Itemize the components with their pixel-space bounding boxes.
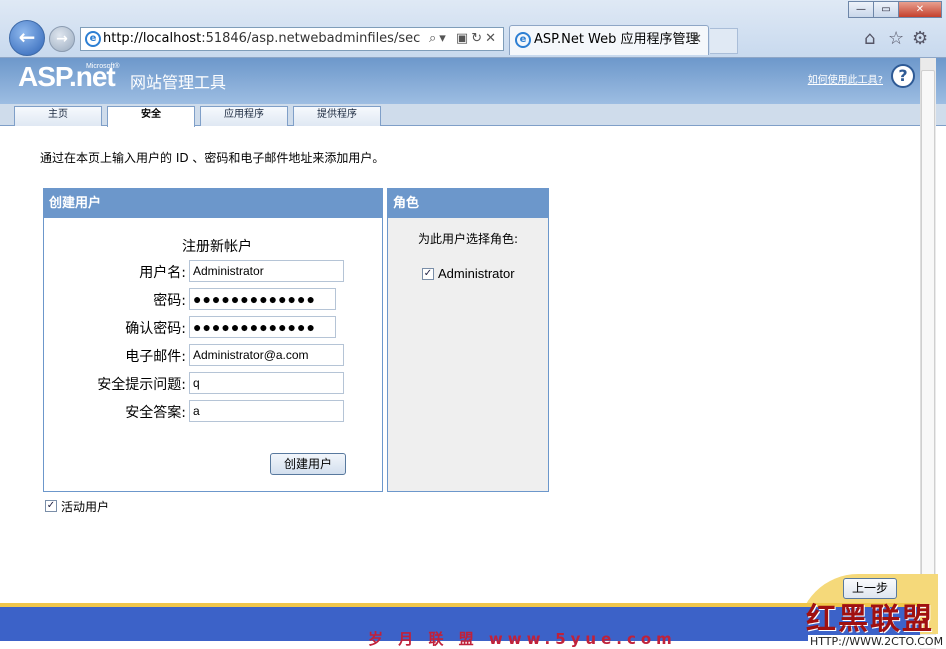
tab-bar: 主页 安全 应用程序 提供程序 xyxy=(0,104,946,127)
tab-provider[interactable]: 提供程序 xyxy=(293,106,381,126)
password-label: 密码: xyxy=(153,293,186,309)
ie-icon: e xyxy=(85,31,101,47)
favorites-star-icon[interactable]: ☆ xyxy=(888,28,904,49)
site-header: ASP.net Microsoft® 网站管理工具 如何使用此工具? ? xyxy=(0,58,946,104)
back-button[interactable]: ← xyxy=(9,20,45,56)
watermark-right: 红黑联盟 xyxy=(806,602,934,637)
email-input[interactable]: Administrator@a.com xyxy=(189,344,344,366)
roles-prompt: 为此用户选择角色: xyxy=(418,232,519,246)
roles-heading: 角色 xyxy=(388,189,548,218)
tab-application[interactable]: 应用程序 xyxy=(200,106,288,126)
tab-security[interactable]: 安全 xyxy=(107,106,195,127)
intro-text: 通过在本页上输入用户的 ID 、密码和电子邮件地址来添加用户。 xyxy=(40,151,385,165)
question-input[interactable]: q xyxy=(189,372,344,394)
new-tab-button[interactable] xyxy=(710,28,738,54)
watermark-right-url: HTTP://WWW.2CTO.COM xyxy=(808,635,946,648)
question-label: 安全提示问题: xyxy=(97,377,186,393)
role-administrator-label: Administrator xyxy=(438,266,515,281)
ie-icon: e xyxy=(515,32,531,48)
active-user-checkbox[interactable]: ✓ xyxy=(45,500,57,512)
window-controls: — ▭ ✕ xyxy=(848,1,942,18)
tab-home[interactable]: 主页 xyxy=(14,106,102,126)
create-user-heading: 创建用户 xyxy=(44,189,382,218)
home-icon[interactable]: ⌂ xyxy=(864,28,875,49)
roles-panel: 角色 为此用户选择角色: ✓ Administrator xyxy=(387,188,549,492)
app-title: 网站管理工具 xyxy=(130,73,227,92)
browser-chrome: — ▭ ✕ ← → e http://localhost:51846/asp.n… xyxy=(0,0,946,58)
question-row: 安全提示问题: q xyxy=(44,372,384,394)
microsoft-mark: Microsoft® xyxy=(86,63,120,70)
create-user-panel: 创建用户 注册新帐户 用户名: Administrator 密码: ●●●●●●… xyxy=(43,188,383,492)
password-row: 密码: ●●●●●●●●●●●●● xyxy=(44,288,384,310)
password-input[interactable]: ●●●●●●●●●●●●● xyxy=(189,288,336,310)
browser-tab-active[interactable]: e ASP.Net Web 应用程序管理 ✕ xyxy=(509,25,709,55)
create-user-button[interactable]: 创建用户 xyxy=(270,453,346,475)
scrollbar-thumb[interactable] xyxy=(921,70,935,630)
confirm-password-input[interactable]: ●●●●●●●●●●●●● xyxy=(189,316,336,338)
answer-input[interactable]: a xyxy=(189,400,344,422)
address-bar[interactable]: e http://localhost:51846/asp.netwebadmin… xyxy=(80,27,504,51)
username-input[interactable]: Administrator xyxy=(189,260,344,282)
watermark-left: 岁 月 联 盟 www.5yue.com xyxy=(368,630,677,648)
email-label: 电子邮件: xyxy=(125,349,186,365)
maximize-button[interactable]: ▭ xyxy=(873,1,899,18)
confirm-password-label: 确认密码: xyxy=(125,321,186,337)
answer-row: 安全答案: a xyxy=(44,400,384,422)
help-link[interactable]: 如何使用此工具? xyxy=(808,71,883,86)
form-title: 注册新帐户 xyxy=(182,239,252,255)
confirm-password-row: 确认密码: ●●●●●●●●●●●●● xyxy=(44,316,384,338)
tab-title: ASP.Net Web 应用程序管理 xyxy=(534,32,699,47)
browser-window: — ▭ ✕ ← → e http://localhost:51846/asp.n… xyxy=(0,0,946,649)
username-label: 用户名: xyxy=(139,265,186,281)
tools-gear-icon[interactable]: ⚙ xyxy=(912,28,928,49)
tab-close-icon[interactable]: ✕ xyxy=(691,26,702,54)
main-content: 通过在本页上输入用户的 ID 、密码和电子邮件地址来添加用户。 创建用户 注册新… xyxy=(12,127,920,605)
close-window-button[interactable]: ✕ xyxy=(898,1,942,18)
email-row: 电子邮件: Administrator@a.com xyxy=(44,344,384,366)
role-administrator-checkbox[interactable]: ✓ xyxy=(422,268,434,280)
minimize-button[interactable]: — xyxy=(848,1,874,18)
answer-label: 安全答案: xyxy=(125,405,186,421)
username-row: 用户名: Administrator xyxy=(44,260,384,282)
forward-button[interactable]: → xyxy=(49,26,75,52)
address-tools-icons[interactable]: ⌕▾ ▣↻✕ xyxy=(428,28,499,50)
address-url: http://localhost:51846/asp.netwebadminfi… xyxy=(103,31,421,46)
active-user-label: 活动用户 xyxy=(61,500,110,514)
help-icon[interactable]: ? xyxy=(891,64,915,88)
